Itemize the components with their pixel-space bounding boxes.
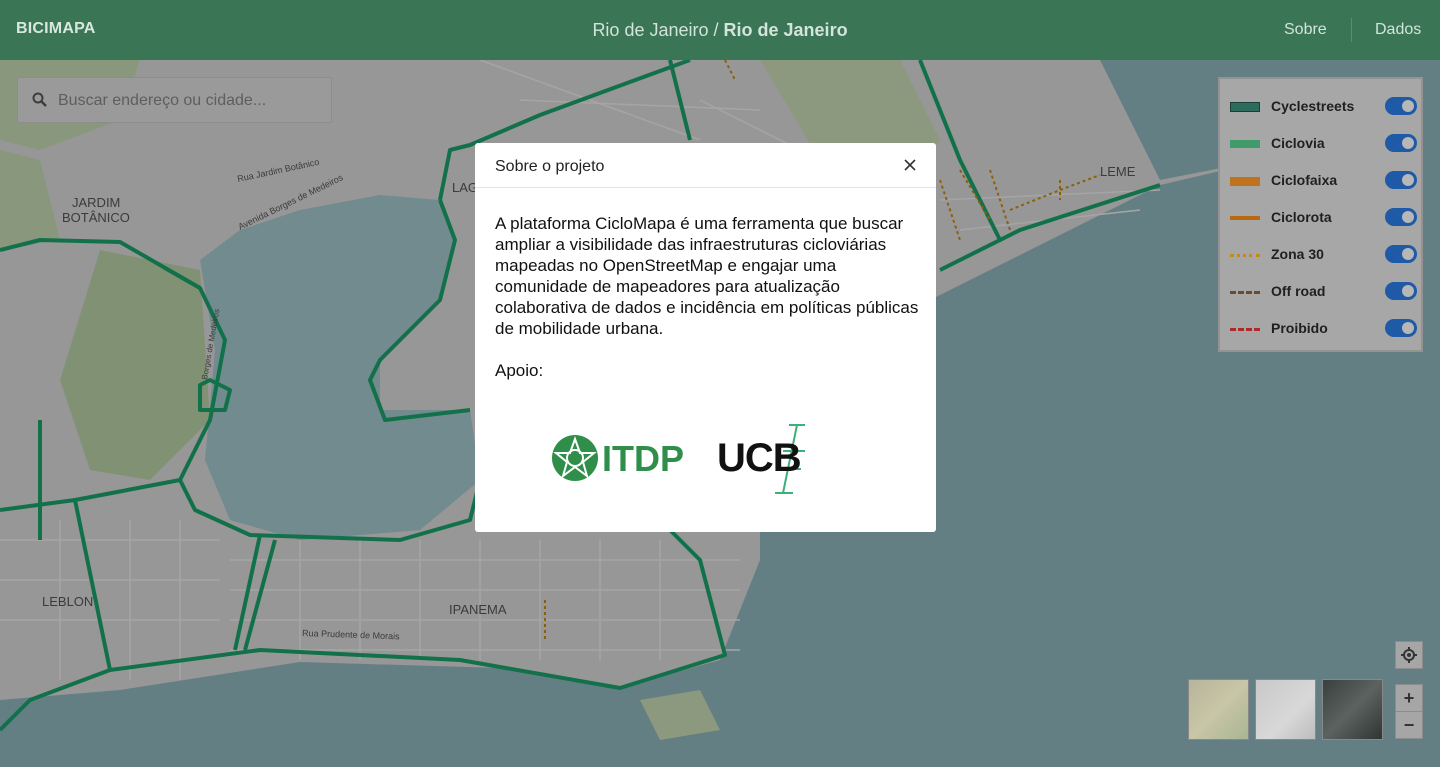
zona30-swatch-icon [1230,254,1260,257]
zoom-in-button[interactable]: + [1395,684,1423,712]
legend-label: Off road [1271,283,1326,299]
ciclorota-toggle[interactable] [1385,208,1417,226]
modal-description: A plataforma CicloMapa é uma ferramenta … [495,214,919,338]
legend-label: Cyclestreets [1271,98,1355,114]
ciclofaixa-swatch-icon [1230,177,1260,186]
location-state: Rio de Janeiro [723,20,848,40]
location-separator: / [708,20,724,40]
legend-item-ciclorota[interactable]: Ciclorota [1230,208,1417,228]
offroad-swatch-icon [1230,291,1260,294]
legend-item-proibido[interactable]: Proibido [1230,319,1417,339]
satellite-map-icon[interactable] [1322,679,1383,740]
search-placeholder[interactable]: Buscar endereço ou cidade... [58,92,266,110]
proibido-swatch-icon [1230,328,1260,331]
zoom-out-button[interactable]: − [1395,711,1423,739]
legend-label: Ciclovia [1271,135,1325,151]
legend-item-ciclofaixa[interactable]: Ciclofaixa [1230,171,1417,191]
itdp-logo[interactable]: ITDP [550,431,690,490]
nav-divider [1351,18,1352,42]
search-icon [32,92,48,113]
ciclorota-swatch-icon [1230,216,1260,220]
light-map-icon[interactable] [1255,679,1316,740]
zona30-toggle[interactable] [1385,245,1417,263]
locate-icon[interactable] [1395,641,1423,669]
offroad-toggle[interactable] [1385,282,1417,300]
layers-legend: Cyclestreets Ciclovia Ciclofaixa Cicloro… [1218,77,1423,352]
nav-dados-link[interactable]: Dados [1375,21,1421,39]
legend-item-offroad[interactable]: Off road [1230,282,1417,302]
svg-text:ITDP: ITDP [602,438,684,479]
ucb-logo[interactable]: UCB [717,423,857,500]
modal-title: Sobre o projeto [495,158,605,175]
location-city: Rio de Janeiro [592,20,709,40]
close-icon[interactable] [903,158,917,172]
legend-label: Ciclofaixa [1271,172,1338,188]
terrain-map-icon[interactable] [1188,679,1249,740]
cyclestreets-toggle[interactable] [1385,97,1417,115]
legend-item-zona30[interactable]: Zona 30 [1230,245,1417,265]
svg-text:UCB: UCB [717,436,801,480]
legend-item-cyclestreets[interactable]: Cyclestreets [1230,97,1417,117]
legend-label: Ciclorota [1271,209,1332,225]
search-box[interactable]: Buscar endereço ou cidade... [17,77,332,123]
modal-header: Sobre o projeto [475,143,936,188]
top-header: BICIMAPA Rio de Janeiro / Rio de Janeiro… [0,0,1440,60]
legend-item-ciclovia[interactable]: Ciclovia [1230,134,1417,154]
ciclovia-toggle[interactable] [1385,134,1417,152]
nav-sobre-link[interactable]: Sobre [1284,21,1327,39]
cyclestreets-swatch-icon [1230,102,1260,112]
about-modal: Sobre o projeto A plataforma CicloMapa é… [475,143,936,532]
support-label: Apoio: [495,361,544,380]
location-breadcrumb[interactable]: Rio de Janeiro / Rio de Janeiro [0,20,1440,41]
ciclovia-swatch-icon [1230,140,1260,148]
legend-label: Proibido [1271,320,1328,336]
ciclofaixa-toggle[interactable] [1385,171,1417,189]
proibido-toggle[interactable] [1385,319,1417,337]
legend-label: Zona 30 [1271,246,1324,262]
